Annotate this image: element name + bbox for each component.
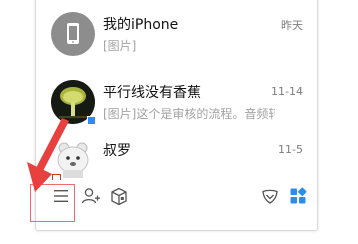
cube-icon [109, 186, 129, 210]
chat-name: 我的iPhone [103, 17, 179, 33]
chat-time: 11-5 [278, 143, 303, 156]
phone-icon [51, 12, 95, 56]
add-contact-button[interactable] [77, 184, 105, 212]
chat-preview: [图片]这个是审核的流程。音频转写 [103, 107, 275, 121]
chat-item-my-iphone[interactable]: 我的iPhone [图片] 昨天 [36, 5, 317, 63]
security-button[interactable] [256, 184, 284, 212]
app-grid-icon [289, 187, 307, 209]
chat-time: 昨天 [281, 19, 303, 32]
chat-panel: 我的iPhone [图片] 昨天 平行线没有香蕉 [图片]这个是审核的流程。音频… [35, 0, 318, 231]
chat-name: 叔罗 [103, 143, 131, 159]
shield-icon [261, 187, 279, 209]
phone-online-badge [87, 116, 96, 125]
chat-time: 11-14 [271, 85, 303, 98]
chat-preview: [图片] [103, 39, 137, 53]
screen: 我的iPhone [图片] 昨天 平行线没有香蕉 [图片]这个是审核的流程。音频… [0, 0, 358, 244]
apps-button[interactable] [105, 184, 133, 212]
add-contact-icon [81, 186, 101, 210]
menu-button[interactable] [47, 184, 75, 212]
menu-icon [52, 188, 70, 208]
chat-item-pingxingxian[interactable]: 平行线没有香蕉 [图片]这个是审核的流程。音频转写 11-14 [36, 73, 317, 131]
app-manager-button[interactable] [284, 184, 312, 212]
chat-name: 平行线没有香蕉 [103, 85, 201, 101]
bottom-toolbar [36, 180, 317, 230]
